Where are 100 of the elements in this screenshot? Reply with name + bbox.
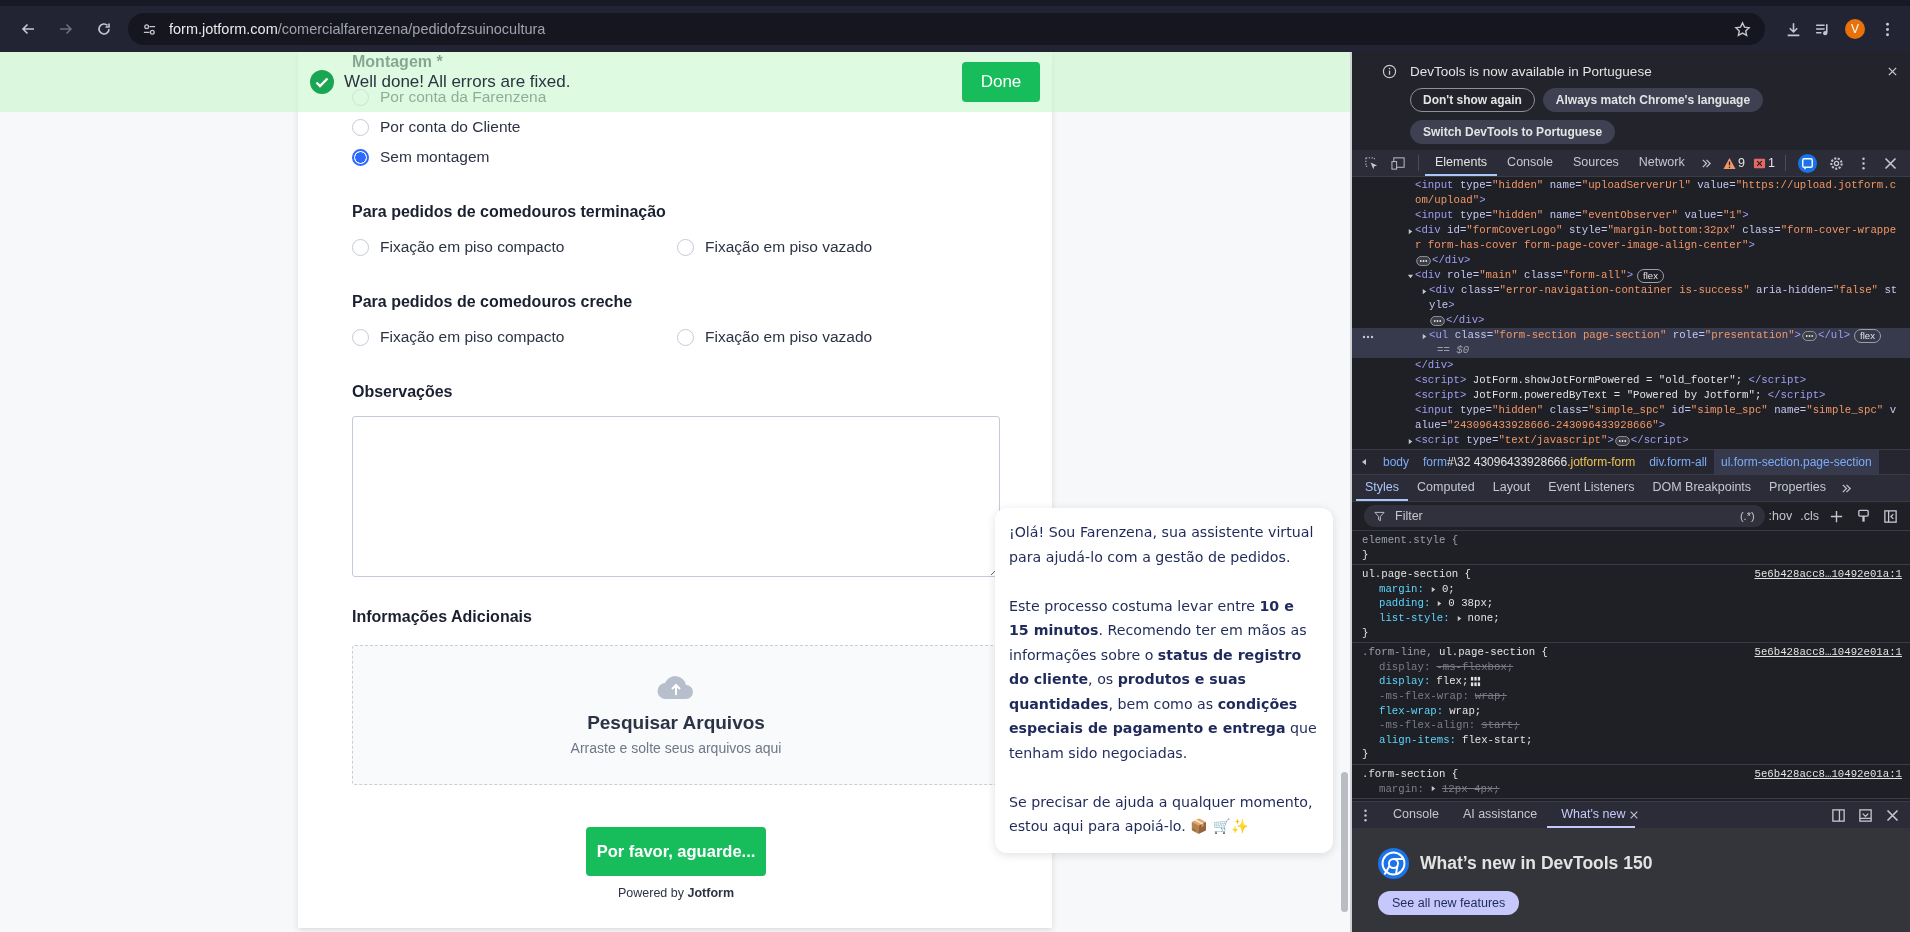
- download-icon[interactable]: [1785, 20, 1802, 38]
- sidebar-tab[interactable]: Computed: [1408, 475, 1484, 501]
- css-value[interactable]: 12px 4px;: [1441, 781, 1500, 797]
- regex-toggle[interactable]: (.*): [1739, 510, 1755, 522]
- radio-button[interactable]: [352, 148, 369, 166]
- url-text[interactable]: form.jotform.com/comercialfarenzena/pedidofzsuinocultura: [169, 21, 1734, 37]
- ellipsis-icon[interactable]: [1614, 435, 1630, 446]
- breadcrumb-item[interactable]: body: [1376, 450, 1417, 474]
- css-value[interactable]: wrap;: [1474, 688, 1507, 704]
- plus-icon[interactable]: [1829, 508, 1844, 524]
- css-selector[interactable]: .form-line, ul.page-section {: [1362, 645, 1755, 660]
- dom-node-row[interactable]: <div role="main" class="form-all"> flex: [1352, 268, 1910, 283]
- more-tabs-icon[interactable]: [1841, 482, 1853, 494]
- notice-button[interactable]: Switch DevTools to Portuguese: [1410, 120, 1616, 144]
- radio-button[interactable]: [677, 328, 694, 346]
- expand-triangle-icon[interactable]: [1429, 785, 1437, 793]
- expand-triangle-icon[interactable]: [1421, 333, 1428, 340]
- css-value[interactable]: 0;: [1441, 581, 1455, 597]
- sidebar-toggle-icon[interactable]: [1883, 508, 1898, 524]
- scroll-left-icon[interactable]: [1360, 458, 1368, 466]
- css-property[interactable]: padding:: [1379, 596, 1431, 611]
- css-property[interactable]: -ms-flex-align:: [1379, 718, 1476, 733]
- site-settings-icon[interactable]: [142, 21, 157, 37]
- dom-node-row[interactable]: </div>: [1352, 358, 1910, 373]
- panel-tab[interactable]: Sources: [1563, 150, 1629, 176]
- css-value[interactable]: none;: [1467, 610, 1500, 626]
- close-icon[interactable]: [1885, 807, 1900, 823]
- radio-button[interactable]: [352, 328, 369, 346]
- css-property[interactable]: -ms-flex-wrap:: [1379, 688, 1469, 704]
- style-toggle-button[interactable]: :hov: [1768, 509, 1793, 523]
- expand-triangle-icon[interactable]: [1455, 614, 1463, 622]
- sidebar-tab[interactable]: Event Listeners: [1539, 475, 1644, 501]
- notice-button[interactable]: Always match Chrome's language: [1542, 88, 1764, 112]
- option-label[interactable]: Por conta do Cliente: [380, 118, 521, 136]
- css-property[interactable]: margin:: [1379, 781, 1424, 797]
- style-toggle-button[interactable]: .cls: [1800, 509, 1819, 523]
- inspect-element-icon[interactable]: [1364, 155, 1379, 171]
- css-value[interactable]: -ms-flexbox;: [1436, 659, 1514, 675]
- option-label[interactable]: Fixação em piso compacto: [380, 328, 565, 346]
- error-count[interactable]: 1: [1768, 156, 1775, 170]
- option-label[interactable]: Sem montagem: [380, 148, 490, 166]
- close-icon[interactable]: [1887, 65, 1898, 77]
- dom-node-row[interactable]: <script> JotForm.showJotFormPowered = "old_footer"; </script>: [1352, 373, 1910, 388]
- option-label[interactable]: Fixação em piso vazado: [705, 238, 873, 256]
- sidebar-tab[interactable]: Layout: [1483, 475, 1540, 501]
- drawer-tab[interactable]: Console: [1379, 802, 1449, 828]
- dom-node-row[interactable]: <input type="hidden" name="eventObserver" value="1">: [1352, 208, 1910, 223]
- css-property[interactable]: display:: [1379, 674, 1431, 689]
- stylesheet-link[interactable]: 5e6b428acc8…10492e01a:1: [1754, 567, 1902, 582]
- more-icon[interactable]: [1362, 335, 1374, 339]
- css-property[interactable]: margin:: [1379, 581, 1424, 597]
- paint-brush-icon[interactable]: [1856, 508, 1871, 524]
- breadcrumb-item[interactable]: form#\32 43096433928666.jotform-form: [1416, 450, 1643, 474]
- option-label[interactable]: Fixação em piso vazado: [705, 328, 873, 346]
- radio-button[interactable]: [677, 238, 694, 256]
- css-value[interactable]: start;: [1481, 718, 1520, 733]
- forward-icon[interactable]: [58, 21, 74, 37]
- css-value[interactable]: flex-start;: [1461, 732, 1533, 748]
- dom-node-row[interactable]: <div id="formCoverLogo" style="margin-bottom:32px" class="form-cover-wrapper form-has-cover form-page-cover-image-align-center"> </div>: [1352, 223, 1910, 268]
- css-property[interactable]: list-style:: [1379, 610, 1450, 626]
- breadcrumb-item[interactable]: div.form-all: [1642, 450, 1714, 474]
- css-value[interactable]: flex;: [1436, 674, 1469, 689]
- panel-tab[interactable]: Network: [1628, 150, 1695, 176]
- star-icon[interactable]: [1734, 20, 1751, 38]
- stylesheet-link[interactable]: 5e6b428acc8…10492e01a:1: [1754, 645, 1902, 660]
- collapse-triangle-icon[interactable]: [1407, 273, 1414, 280]
- sidebar-tab[interactable]: Properties: [1760, 475, 1836, 501]
- dom-node-row[interactable]: <ul class="form-section page-section" role="presentation"> </ul> flex == $0: [1352, 328, 1910, 358]
- radio-button[interactable]: [352, 238, 369, 256]
- css-selector[interactable]: element.style {: [1362, 533, 1902, 548]
- scrollbar-thumb[interactable]: [1341, 772, 1348, 912]
- dom-node-row[interactable]: <div class="error-navigation-container is-success" aria-hidden="false" style> </div>: [1352, 283, 1910, 328]
- flexbox-editor-icon[interactable]: [1470, 676, 1482, 688]
- sidebar-tab[interactable]: DOM Breakpoints: [1643, 475, 1761, 501]
- filter-field[interactable]: Filter (.*): [1364, 505, 1765, 527]
- settings-icon[interactable]: [1829, 155, 1844, 171]
- more-tabs-icon[interactable]: [1700, 157, 1712, 169]
- close-icon[interactable]: [1883, 155, 1898, 171]
- see-features-button[interactable]: See all new features: [1378, 891, 1520, 915]
- close-icon[interactable]: [1629, 810, 1640, 820]
- device-toolbar-icon[interactable]: [1391, 155, 1406, 171]
- dock-side-icon[interactable]: [1831, 807, 1846, 823]
- ai-assistance-icon[interactable]: [1798, 153, 1817, 173]
- reload-icon[interactable]: [96, 21, 112, 37]
- css-selector[interactable]: .form-section {: [1362, 766, 1755, 782]
- panel-tab[interactable]: Console: [1497, 150, 1563, 176]
- address-bar[interactable]: form.jotform.com/comercialfarenzena/pedidofzsuinocultura: [128, 13, 1765, 45]
- drawer-tab[interactable]: AI assistance: [1448, 802, 1548, 828]
- css-value[interactable]: 0 38px;: [1448, 596, 1494, 611]
- css-value[interactable]: wrap;: [1449, 703, 1482, 719]
- breadcrumb-item[interactable]: ul.form-section.page-section: [1713, 450, 1879, 474]
- expand-triangle-icon[interactable]: [1407, 228, 1414, 235]
- radio-button[interactable]: [352, 118, 369, 136]
- panel-tab[interactable]: Elements: [1425, 150, 1498, 176]
- warning-count[interactable]: 9: [1738, 156, 1746, 170]
- css-property[interactable]: display:: [1379, 659, 1431, 675]
- ellipsis-icon[interactable]: [1802, 330, 1818, 341]
- expand-triangle-icon[interactable]: [1407, 438, 1414, 445]
- css-property[interactable]: flex-wrap:: [1379, 703, 1444, 719]
- dom-node-row[interactable]: <script> JotForm.poweredByText = "Powered by Jotform"; </script>: [1352, 388, 1910, 403]
